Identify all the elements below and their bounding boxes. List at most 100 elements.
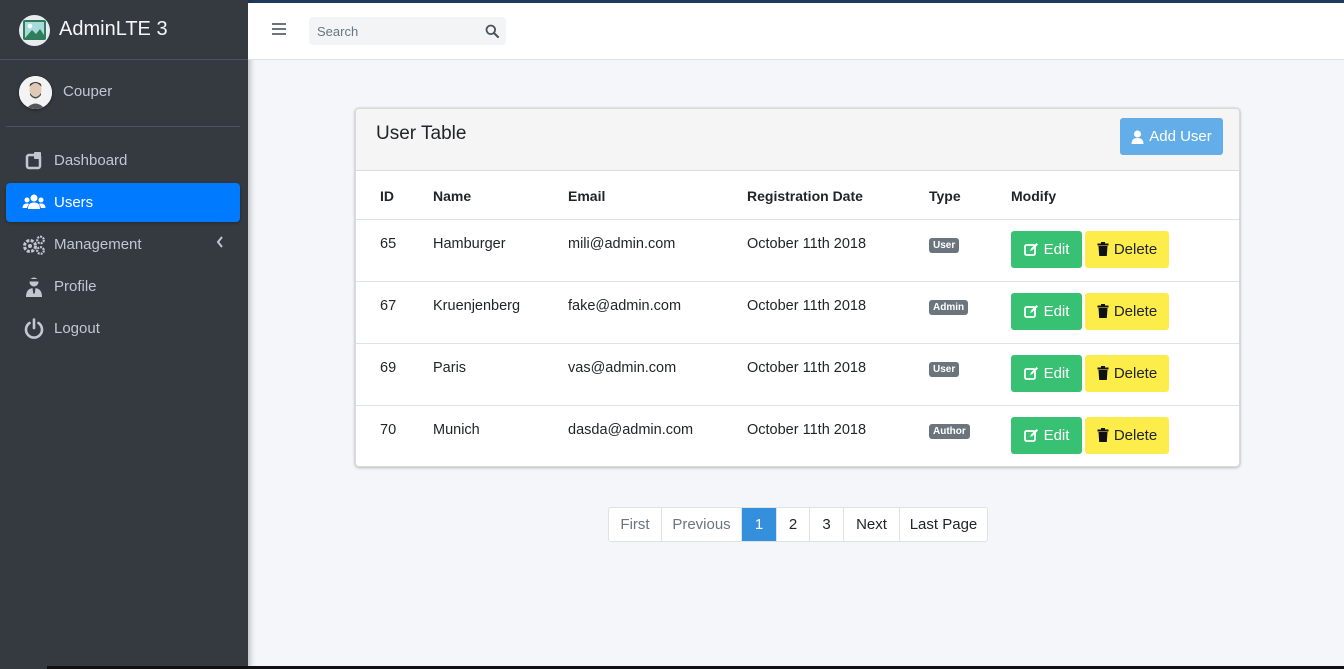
users-icon bbox=[22, 192, 46, 214]
cell-name: Kruenjenberg bbox=[433, 281, 568, 344]
delete-button[interactable]: Delete bbox=[1085, 292, 1169, 330]
user-icon bbox=[1131, 130, 1144, 144]
sidebar-item-label: Users bbox=[54, 194, 94, 211]
delete-label: Delete bbox=[1113, 364, 1158, 382]
column-header-email: Email bbox=[568, 171, 747, 220]
edit-icon bbox=[1023, 429, 1038, 442]
table-row: 69 Paris vas@admin.com October 11th 2018 Use… bbox=[356, 343, 1239, 406]
user-tie-icon bbox=[22, 276, 46, 298]
search-button[interactable] bbox=[478, 17, 506, 45]
cell-registration-date: October 11th 2018 bbox=[747, 343, 929, 406]
column-header-type: Type bbox=[929, 171, 1011, 220]
edit-icon bbox=[1023, 367, 1038, 380]
table-row: 67 Kruenjenberg fake@admin.com October 11th… bbox=[356, 281, 1239, 344]
edit-button[interactable]: Edit bbox=[1011, 292, 1082, 330]
user-name[interactable]: Couper bbox=[63, 83, 112, 100]
cell-modify: Edit Delete bbox=[1011, 405, 1239, 467]
cell-registration-date: October 11th 2018 bbox=[747, 219, 929, 282]
table-header-row: ID Name Email Registration Date Type Mod… bbox=[356, 171, 1239, 220]
column-header-id: ID bbox=[356, 171, 433, 220]
trash-icon bbox=[1097, 366, 1109, 380]
sidebar-item-label: Management bbox=[54, 236, 142, 253]
edit-button[interactable]: Edit bbox=[1011, 354, 1082, 392]
page-2[interactable]: 2 bbox=[777, 508, 810, 541]
user-panel: Couper bbox=[6, 60, 240, 127]
sidebar: AdminLTE 3 Couper Dashboard Users Manage… bbox=[0, 0, 248, 669]
user-table-card: User Table Add User ID Name Email Regist… bbox=[355, 108, 1240, 467]
cell-name: Hamburger bbox=[433, 219, 568, 282]
delete-button[interactable]: Delete bbox=[1085, 230, 1169, 268]
column-header-name: Name bbox=[433, 171, 568, 220]
cell-type: Author bbox=[929, 405, 1011, 467]
edit-icon bbox=[1023, 305, 1038, 318]
edit-label: Edit bbox=[1043, 426, 1070, 444]
card-header: User Table Add User bbox=[356, 109, 1239, 171]
trash-icon bbox=[1097, 304, 1109, 318]
edit-label: Edit bbox=[1043, 240, 1070, 258]
column-header-modify: Modify bbox=[1011, 171, 1239, 220]
chevron-left-icon bbox=[216, 236, 224, 251]
page-first[interactable]: First bbox=[609, 508, 662, 541]
cell-registration-date: October 11th 2018 bbox=[747, 281, 929, 344]
search-box bbox=[309, 17, 506, 45]
page-1[interactable]: 1 bbox=[742, 508, 777, 541]
sidebar-item-label: Profile bbox=[54, 278, 97, 295]
sidebar-item-label: Logout bbox=[54, 320, 100, 337]
sidebar-item-users[interactable]: Users bbox=[6, 183, 240, 222]
cell-modify: Edit Delete bbox=[1011, 219, 1239, 282]
page-next[interactable]: Next bbox=[844, 508, 900, 541]
cell-email: vas@admin.com bbox=[568, 343, 747, 406]
type-badge: Admin bbox=[929, 299, 969, 315]
cell-id: 70 bbox=[380, 421, 397, 438]
cell-id: 69 bbox=[356, 343, 433, 406]
dashboard-icon bbox=[22, 150, 46, 172]
power-off-icon bbox=[22, 318, 46, 340]
top-navbar bbox=[248, 3, 1344, 60]
edit-label: Edit bbox=[1043, 364, 1070, 382]
type-badge: Author bbox=[929, 423, 970, 439]
search-icon bbox=[485, 24, 499, 38]
add-user-label: Add User bbox=[1149, 128, 1212, 145]
add-user-button[interactable]: Add User bbox=[1120, 118, 1223, 155]
cell-modify: Edit Delete bbox=[1011, 343, 1239, 406]
search-input[interactable] bbox=[309, 17, 479, 45]
table-row: 70 Munich dasda@admin.com October 11th 2018… bbox=[356, 405, 1239, 467]
sidebar-nav: Dashboard Users Management Profile Logou… bbox=[6, 141, 240, 351]
menu-toggle-icon[interactable] bbox=[272, 23, 286, 37]
edit-button[interactable]: Edit bbox=[1011, 416, 1082, 454]
brand-link[interactable]: AdminLTE 3 bbox=[0, 0, 248, 60]
cell-type: User bbox=[929, 343, 1011, 406]
brand-title: AdminLTE 3 bbox=[59, 18, 168, 40]
delete-label: Delete bbox=[1113, 426, 1158, 444]
sidebar-item-dashboard[interactable]: Dashboard bbox=[6, 141, 240, 180]
delete-button[interactable]: Delete bbox=[1085, 416, 1169, 454]
cell-modify: Edit Delete bbox=[1011, 281, 1239, 344]
avatar[interactable] bbox=[19, 76, 52, 109]
cell-email: mili@admin.com bbox=[568, 219, 747, 282]
page-3[interactable]: 3 bbox=[810, 508, 844, 541]
delete-label: Delete bbox=[1113, 302, 1158, 320]
edit-icon bbox=[1023, 243, 1038, 256]
cell-email: fake@admin.com bbox=[568, 281, 747, 344]
table-row: 65 Hamburger mili@admin.com October 11th 20… bbox=[356, 219, 1239, 282]
cell-email: dasda@admin.com bbox=[568, 421, 694, 438]
edit-label: Edit bbox=[1043, 302, 1070, 320]
cell-id: 67 bbox=[356, 281, 433, 344]
cell-name: Munich bbox=[433, 421, 480, 438]
pagination: First Previous 1 2 3 Next Last Page bbox=[608, 507, 988, 542]
card-title: User Table bbox=[376, 123, 467, 144]
sidebar-item-profile[interactable]: Profile bbox=[6, 267, 240, 306]
delete-button[interactable]: Delete bbox=[1085, 354, 1169, 392]
sidebar-item-logout[interactable]: Logout bbox=[6, 309, 240, 348]
sidebar-item-label: Dashboard bbox=[54, 152, 128, 169]
cell-id: 65 bbox=[356, 219, 433, 282]
type-badge: User bbox=[929, 361, 960, 377]
cell-type: User bbox=[929, 219, 1011, 282]
edit-button[interactable]: Edit bbox=[1011, 230, 1082, 268]
page-last[interactable]: Last Page bbox=[900, 508, 987, 541]
cell-registration-date: October 11th 2018 bbox=[747, 421, 867, 438]
type-badge: User bbox=[929, 237, 960, 253]
page-previous[interactable]: Previous bbox=[662, 508, 742, 541]
sidebar-item-management[interactable]: Management bbox=[6, 225, 240, 264]
column-header-registration-date: Registration Date bbox=[747, 171, 929, 220]
